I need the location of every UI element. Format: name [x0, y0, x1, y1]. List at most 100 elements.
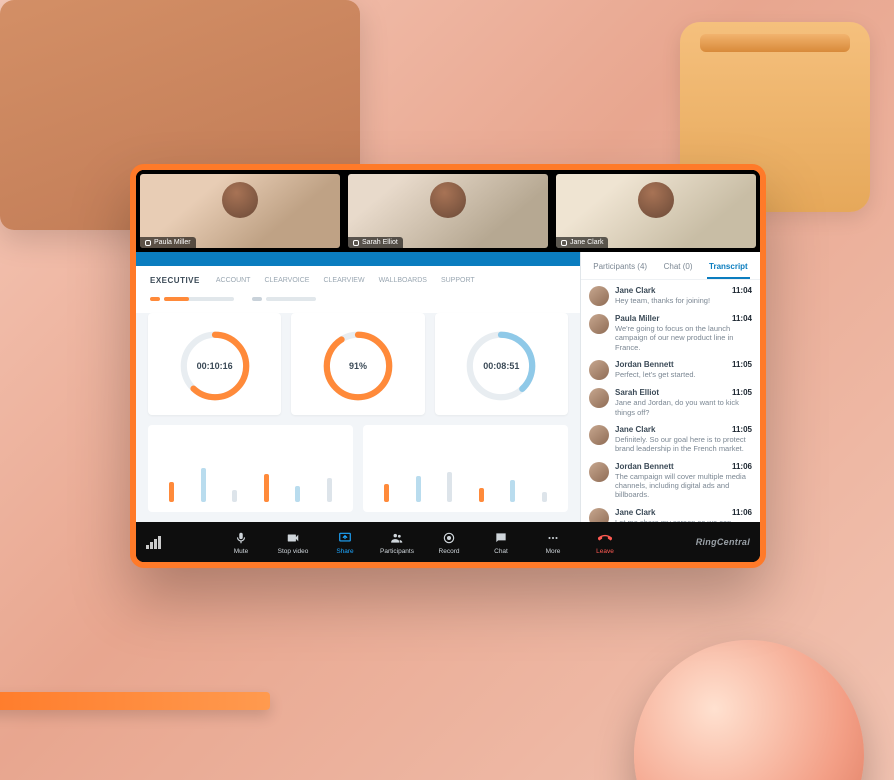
panel-tabs: Participants (4) Chat (0) Transcript [581, 252, 760, 280]
meeting-toolbar: Mute Stop video Share Participants Record Cha… [136, 522, 760, 562]
thumb-name: Sarah Elliot [362, 239, 398, 246]
share-button[interactable]: Share [328, 530, 362, 555]
dashboard-tab[interactable]: SUPPORT [441, 277, 475, 284]
transcript-time: 11:05 [732, 388, 752, 397]
stop-video-button[interactable]: Stop video [276, 530, 310, 555]
gauge-row: 00:10:16 91% 00:08:51 [136, 313, 580, 425]
toolbar-label: Stop video [278, 548, 309, 555]
tablet-frame: Paula Miller Sarah Elliot Jane Clark [130, 164, 766, 568]
transcript-time: 11:05 [732, 360, 752, 369]
record-icon [441, 530, 457, 546]
dashboard-title: EXECUTIVE [150, 276, 200, 285]
transcript-name: Jane Clark [615, 286, 655, 295]
side-panel: Participants (4) Chat (0) Transcript Jan… [580, 252, 760, 522]
dashboard-tab[interactable]: CLEARVOICE [264, 277, 309, 284]
mute-button[interactable]: Mute [224, 530, 258, 555]
transcript-name: Jordan Bennett [615, 462, 674, 471]
bg-cup [634, 640, 864, 780]
transcript-time: 11:04 [732, 314, 752, 323]
progress-indicator [252, 297, 316, 301]
chat-button[interactable]: Chat [484, 530, 518, 555]
transcript-text: Jane and Jordan, do you want to kick thi… [615, 398, 752, 417]
transcript-name: Paula Miller [615, 314, 659, 323]
bar [201, 468, 206, 502]
tab-participants[interactable]: Participants (4) [591, 258, 649, 279]
toolbar-label: Share [336, 548, 353, 555]
bar-card [148, 425, 353, 512]
avatar [589, 388, 609, 408]
toolbar-label: Participants [380, 548, 414, 555]
video-thumb-0[interactable]: Paula Miller [140, 174, 340, 248]
video-thumbnails: Paula Miller Sarah Elliot Jane Clark [136, 170, 760, 252]
shared-screen: EXECUTIVE ACCOUNT CLEARVOICE CLEARVIEW W… [136, 252, 580, 522]
bar [510, 480, 515, 502]
bar [542, 492, 547, 502]
gauge: 91% [319, 327, 397, 405]
avatar [589, 508, 609, 522]
dashboard-tab[interactable]: ACCOUNT [216, 277, 251, 284]
participants-icon [389, 530, 405, 546]
bar [169, 482, 174, 502]
bar [264, 474, 269, 502]
brand-label: RingCentral [660, 537, 750, 547]
gauge: 00:08:51 [462, 327, 540, 405]
bar-row [136, 425, 580, 522]
main-row: EXECUTIVE ACCOUNT CLEARVOICE CLEARVIEW W… [136, 252, 760, 522]
transcript-item: Jordan Bennett11:06The campaign will cov… [589, 462, 752, 500]
leave-button[interactable]: Leave [588, 530, 622, 555]
toolbar-label: Record [439, 548, 460, 555]
bar [232, 490, 237, 502]
gauge-value: 00:08:51 [462, 327, 540, 405]
signal-indicator [146, 536, 186, 549]
dashboard-progress-strip [136, 289, 580, 313]
transcript-text: Perfect, let's get started. [615, 370, 752, 379]
tab-transcript[interactable]: Transcript [707, 258, 750, 279]
transcript-time: 11:04 [732, 286, 752, 295]
dashboard-topbar [136, 252, 580, 266]
bar [416, 476, 421, 502]
transcript-item: Jane Clark11:06Let me share my screen so… [589, 508, 752, 522]
transcript-name: Jane Clark [615, 508, 655, 517]
toolbar-label: Mute [234, 548, 248, 555]
avatar [589, 462, 609, 482]
transcript-name: Jordan Bennett [615, 360, 674, 369]
thumb-label: Sarah Elliot [348, 237, 403, 248]
transcript-text: The campaign will cover multiple media c… [615, 472, 752, 500]
thumb-name: Paula Miller [154, 239, 191, 246]
gauge-card: 00:10:16 [148, 313, 281, 415]
avatar [589, 314, 609, 334]
transcript-list[interactable]: Jane Clark11:04Hey team, thanks for join… [581, 280, 760, 522]
bar [447, 472, 452, 502]
dashboard-tabs: ACCOUNT CLEARVOICE CLEARVIEW WALLBOARDS … [216, 277, 475, 284]
transcript-name: Jane Clark [615, 425, 655, 434]
share-icon [337, 530, 353, 546]
leave-icon [597, 530, 613, 546]
video-thumb-1[interactable]: Sarah Elliot [348, 174, 548, 248]
gauge-card: 91% [291, 313, 424, 415]
toolbar-label: Chat [494, 548, 508, 555]
participants-button[interactable]: Participants [380, 530, 414, 555]
video-thumb-2[interactable]: Jane Clark [556, 174, 756, 248]
mic-icon [145, 240, 151, 246]
transcript-time: 11:06 [732, 508, 752, 517]
more-button[interactable]: More [536, 530, 570, 555]
bar [384, 484, 389, 502]
dashboard-tab[interactable]: CLEARVIEW [323, 277, 364, 284]
tab-chat[interactable]: Chat (0) [662, 258, 695, 279]
dashboard-header: EXECUTIVE ACCOUNT CLEARVOICE CLEARVIEW W… [136, 266, 580, 289]
toolbar-label: More [546, 548, 561, 555]
gauge-card: 00:08:51 [435, 313, 568, 415]
progress-indicator [150, 297, 234, 301]
record-button[interactable]: Record [432, 530, 466, 555]
transcript-item: Paula Miller 11:04We're going to focus on… [589, 314, 752, 352]
transcript-text: Definitely. So our goal here is to prote… [615, 435, 752, 454]
toolbar-actions: Mute Stop video Share Participants Record Cha… [192, 530, 654, 555]
mute-icon [233, 530, 249, 546]
dashboard-tab[interactable]: WALLBOARDS [379, 277, 427, 284]
thumb-name: Jane Clark [570, 239, 603, 246]
transcript-item: Jordan Bennett 11:05Perfect, let's get st… [589, 360, 752, 380]
app-screen: Paula Miller Sarah Elliot Jane Clark [136, 170, 760, 562]
transcript-text: We're going to focus on the launch campa… [615, 324, 752, 352]
bar-card [363, 425, 568, 512]
gauge-value: 00:10:16 [176, 327, 254, 405]
